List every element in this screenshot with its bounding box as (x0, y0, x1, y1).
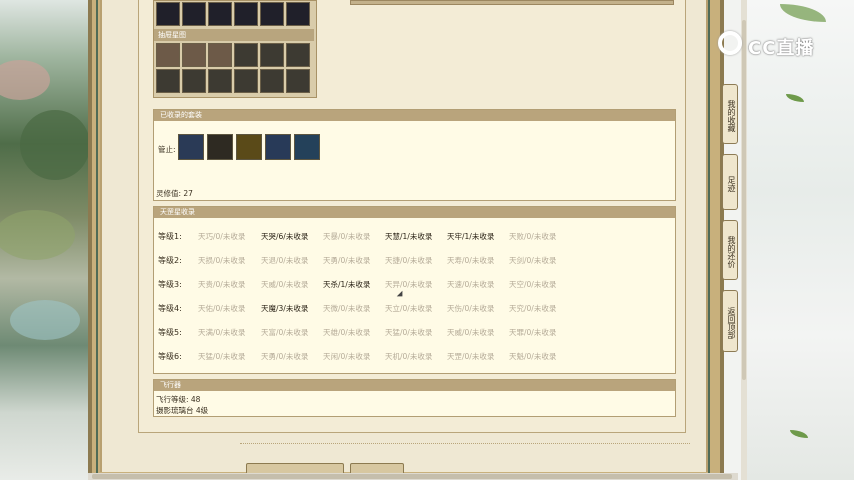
cc-live-logo: CC直播 (718, 28, 830, 62)
star-entry: 天猛/0/未收录 (198, 352, 246, 361)
star-entry: 天牢/1/未收录 (447, 232, 495, 241)
constellation-section: 天罡星收录 等级1: 天巧/0/未收录 天哭/6/未收录 天暴/0/未收录 天慧/1/未… (153, 206, 676, 374)
item-icon[interactable] (234, 2, 258, 26)
constellation-row: 等级5: 天满/0/未收录 天富/0/未收录 天雄/0/未收录 天猛/0/未收录 天威/0… (158, 327, 673, 339)
empty-slot (260, 69, 284, 93)
star-entry: 天究/0/未收录 (509, 304, 557, 313)
star-entry: 天伤/0/未收录 (447, 304, 495, 313)
star-entry: 天罡/0/未收录 (447, 352, 495, 361)
star-entry: 天哭/6/未收录 (261, 232, 309, 241)
footprints-tab[interactable]: 足迹 (722, 154, 738, 210)
section-title: 已收录的套装 (154, 110, 675, 121)
star-entry: 天捷/0/未收录 (385, 256, 433, 265)
item-grid-panel: 抽屉星图 (153, 0, 317, 98)
set-item-icon[interactable] (178, 134, 204, 160)
level-label: 等级6: (158, 352, 182, 361)
item-icon[interactable] (182, 2, 206, 26)
level-label: 等级2: (158, 256, 182, 265)
star-entry: 天慧/1/未收录 (385, 232, 433, 241)
empty-slot (286, 69, 310, 93)
star-entry: 天退/0/未收录 (261, 256, 309, 265)
star-entry: 天满/0/未收录 (198, 328, 246, 337)
star-entry: 天威/0/未收录 (261, 280, 309, 289)
star-entry: 天机/0/未收录 (385, 352, 433, 361)
empty-slot (156, 69, 180, 93)
divider (240, 443, 690, 444)
star-entry: 天异/0/未收录 (385, 280, 433, 289)
collected-label: 管止: (158, 145, 176, 154)
empty-slot (234, 69, 258, 93)
star-entry: 天勇/0/未收录 (261, 352, 309, 361)
star-entry: 天勇/0/未收录 (323, 256, 371, 265)
set-item-icon[interactable] (294, 134, 320, 160)
scrollbar-thumb[interactable] (742, 20, 746, 380)
my-collection-tab[interactable]: 我的收藏 (722, 84, 738, 144)
star-entry: 天速/0/未收录 (447, 280, 495, 289)
empty-slot (286, 43, 310, 67)
flying-level: 飞行等级: 48 (156, 395, 201, 404)
constellation-row: 等级4: 天佑/0/未收录 天魔/3/未收录 天微/0/未收录 天立/0/未收录 天伤/0… (158, 303, 673, 315)
star-entry: 天寿/0/未收录 (447, 256, 495, 265)
star-entry: 天剑/0/未收录 (509, 256, 557, 265)
empty-slot (260, 43, 284, 67)
collected-sets-section: 已收录的套装 管止: 灵修值: 27 (153, 109, 676, 201)
set-item-icon[interactable] (207, 134, 233, 160)
level-label: 等级4: (158, 304, 182, 313)
section-title: 飞行器 (154, 380, 675, 391)
flying-section: 飞行器 飞行等级: 48 摄影琉璃台 4级 (153, 379, 676, 417)
logo-text: CC直播 (748, 38, 815, 59)
star-entry: 天巧/0/未收录 (198, 232, 246, 241)
item-icon[interactable] (156, 2, 180, 26)
star-entry: 天杀/1/未收录 (323, 280, 371, 289)
star-entry: 天立/0/未收录 (385, 304, 433, 313)
item-icon[interactable] (182, 43, 206, 67)
star-entry: 天空/0/未收录 (509, 280, 557, 289)
star-entry: 天威/0/未收录 (447, 328, 495, 337)
constellation-row: 等级6: 天猛/0/未收录 天勇/0/未收录 天闲/0/未收录 天机/0/未收录 天罡/0… (158, 351, 673, 363)
spirit-score: 灵修值: 27 (156, 189, 193, 198)
constellation-row: 等级1: 天巧/0/未收录 天哭/6/未收录 天暴/0/未收录 天慧/1/未收录 天牢/1… (158, 231, 673, 243)
star-entry: 天败/0/未收录 (509, 232, 557, 241)
back-to-top-tab[interactable]: 返回顶部 (722, 290, 738, 352)
grid-section-title: 抽屉星图 (154, 29, 314, 41)
star-entry: 天雄/0/未收录 (323, 328, 371, 337)
star-entry: 天魁/0/未收录 (509, 352, 557, 361)
background-landscape-left (0, 0, 90, 480)
item-icon[interactable] (208, 43, 232, 67)
logo-icon (718, 31, 742, 55)
constellation-row: 等级2: 天损/0/未收录 天退/0/未收录 天勇/0/未收录 天捷/0/未收录 天寿/0… (158, 255, 673, 267)
top-right-panel-edge (350, 0, 674, 5)
star-entry: 天暴/0/未收录 (323, 232, 371, 241)
item-icon[interactable] (260, 2, 284, 26)
frame-line-left (96, 0, 98, 480)
star-entry: 天佑/0/未收录 (198, 304, 246, 313)
frame-line-right (708, 0, 710, 480)
flying-platform: 摄影琉璃台 4级 (156, 406, 209, 415)
item-icon[interactable] (286, 2, 310, 26)
star-entry: 天猛/0/未收录 (385, 328, 433, 337)
set-item-icon[interactable] (236, 134, 262, 160)
my-bids-tab[interactable]: 我的还价 (722, 220, 738, 280)
level-label: 等级3: (158, 280, 182, 289)
horizontal-scrollbar-thumb[interactable] (92, 474, 732, 479)
level-label: 等级5: (158, 328, 182, 337)
empty-slot (208, 69, 232, 93)
item-icon[interactable] (156, 43, 180, 67)
star-entry: 天魔/3/未收录 (261, 304, 309, 313)
empty-slot (234, 43, 258, 67)
star-entry: 天微/0/未收录 (323, 304, 371, 313)
star-entry: 天闲/0/未收录 (323, 352, 371, 361)
empty-slot (182, 69, 206, 93)
section-title: 天罡星收录 (154, 207, 675, 218)
item-icon[interactable] (208, 2, 232, 26)
star-entry: 天贵/0/未收录 (198, 280, 246, 289)
constellation-row: 等级3: 天贵/0/未收录 天威/0/未收录 天杀/1/未收录 天异/0/未收录 天速/0… (158, 279, 673, 291)
star-entry: 天损/0/未收录 (198, 256, 246, 265)
set-item-icon[interactable] (265, 134, 291, 160)
star-entry: 天罪/0/未收录 (509, 328, 557, 337)
level-label: 等级1: (158, 232, 182, 241)
star-entry: 天富/0/未收录 (261, 328, 309, 337)
background-clouds-right (746, 0, 854, 480)
